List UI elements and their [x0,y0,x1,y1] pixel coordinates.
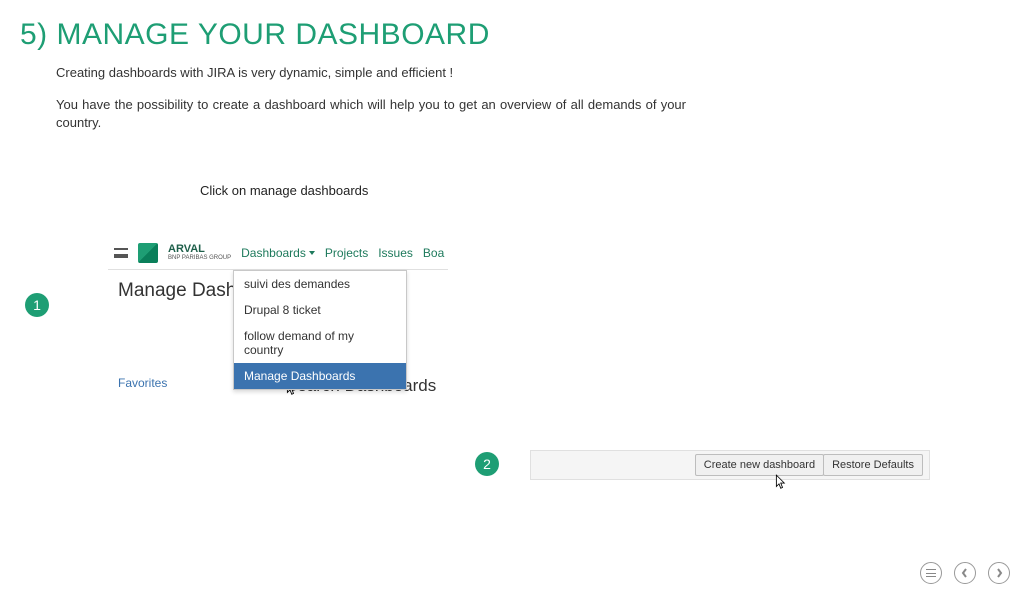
nav-dashboards[interactable]: Dashboards [241,246,315,260]
jira-topbar: ARVAL BNP PARIBAS GROUP Dashboards Proje… [108,236,448,270]
dropdown-item-suivi[interactable]: suivi des demandes [234,271,406,297]
restore-defaults-button[interactable]: Restore Defaults [823,454,923,476]
nav-projects[interactable]: Projects [325,246,368,260]
intro-text: Creating dashboards with JIRA is very dy… [56,64,686,133]
chevron-right-icon [994,568,1004,578]
slide-menu-button[interactable] [920,562,942,584]
manage-dashboards-title: Manage Dashb [118,280,247,302]
favorites-link[interactable]: Favorites [118,376,167,390]
step-badge-2: 2 [475,452,499,476]
jira-screenshot-1: ARVAL BNP PARIBAS GROUP Dashboards Proje… [108,236,448,308]
dropdown-item-manage[interactable]: Manage Dashboards [234,363,406,389]
nav-dashboards-label: Dashboards [241,246,306,260]
slide-nav [920,562,1010,584]
nav-issues[interactable]: Issues [378,246,413,260]
dashboards-dropdown: suivi des demandes Drupal 8 ticket follo… [233,270,407,390]
brand-sub: BNP PARIBAS GROUP [168,255,231,261]
intro-p1: Creating dashboards with JIRA is very dy… [56,64,686,82]
brand-name: ARVAL [168,243,205,255]
dropdown-item-drupal[interactable]: Drupal 8 ticket [234,297,406,323]
brand-text: ARVAL BNP PARIBAS GROUP [168,244,231,261]
slide-prev-button[interactable] [954,562,976,584]
page-title: 5) MANAGE YOUR DASHBOARD [20,18,1024,52]
nav-boards[interactable]: Boa [423,246,444,260]
slide-next-button[interactable] [988,562,1010,584]
cursor-pointer-icon [772,474,786,492]
create-dashboard-button[interactable]: Create new dashboard [695,454,824,476]
intro-p2: You have the possibility to create a das… [56,96,686,132]
hamburger-icon[interactable] [114,248,128,258]
dropdown-item-follow[interactable]: follow demand of my country [234,323,406,363]
step-badge-1: 1 [25,293,49,317]
chevron-left-icon [960,568,970,578]
arval-logo-icon [138,243,158,263]
instruction-text: Click on manage dashboards [200,183,1024,198]
chevron-down-icon [306,246,315,260]
jira-screenshot-2: Create new dashboard Restore Defaults [530,450,930,480]
